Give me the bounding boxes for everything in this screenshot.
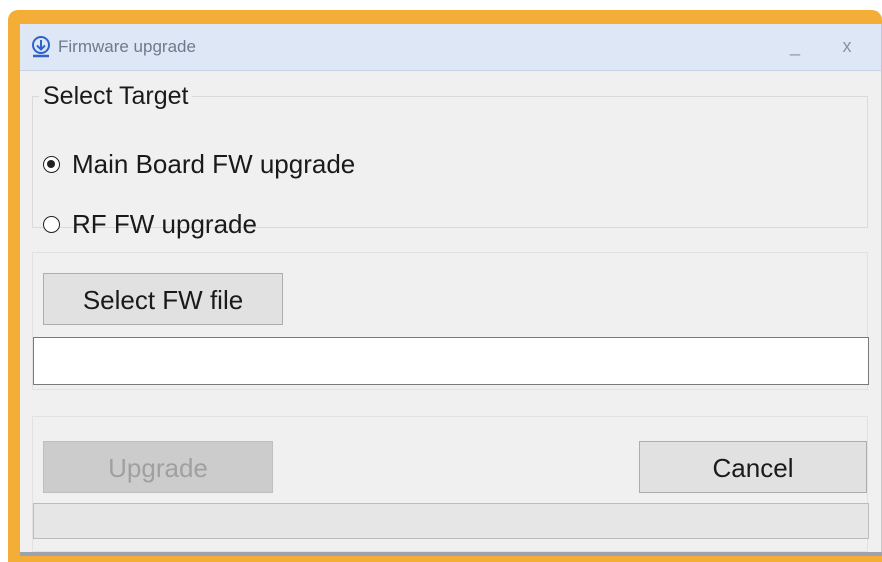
select-target-legend: Select Target	[43, 82, 189, 110]
fw-file-path-input[interactable]	[33, 337, 869, 385]
select-target-group: Select Target Main Board FW upgrade RF F…	[32, 82, 868, 239]
firmware-upgrade-dialog: Firmware upgrade _ x Select Target Main …	[20, 24, 882, 552]
file-select-panel: Select FW file	[32, 252, 869, 390]
download-icon	[30, 36, 52, 58]
select-fw-file-button[interactable]: Select FW file	[43, 273, 283, 325]
upgrade-progress-bar	[33, 503, 869, 539]
radio-button-icon[interactable]	[43, 156, 60, 173]
minimize-button[interactable]: _	[780, 32, 810, 60]
cancel-button[interactable]: Cancel	[639, 441, 867, 493]
upgrade-button[interactable]: Upgrade	[43, 441, 273, 493]
radio-main-board[interactable]: Main Board FW upgrade	[43, 149, 355, 180]
window-bottom-edge	[20, 552, 882, 562]
radio-main-board-label: Main Board FW upgrade	[72, 149, 356, 179]
window-title: Firmware upgrade	[58, 37, 196, 56]
radio-rf[interactable]: RF FW upgrade	[43, 209, 257, 240]
title-bar[interactable]: Firmware upgrade _ x	[20, 24, 881, 71]
close-button[interactable]: x	[830, 32, 864, 60]
radio-button-icon[interactable]	[43, 216, 60, 233]
actions-panel: Upgrade Cancel	[32, 416, 869, 552]
radio-rf-label: RF FW upgrade	[72, 209, 257, 239]
